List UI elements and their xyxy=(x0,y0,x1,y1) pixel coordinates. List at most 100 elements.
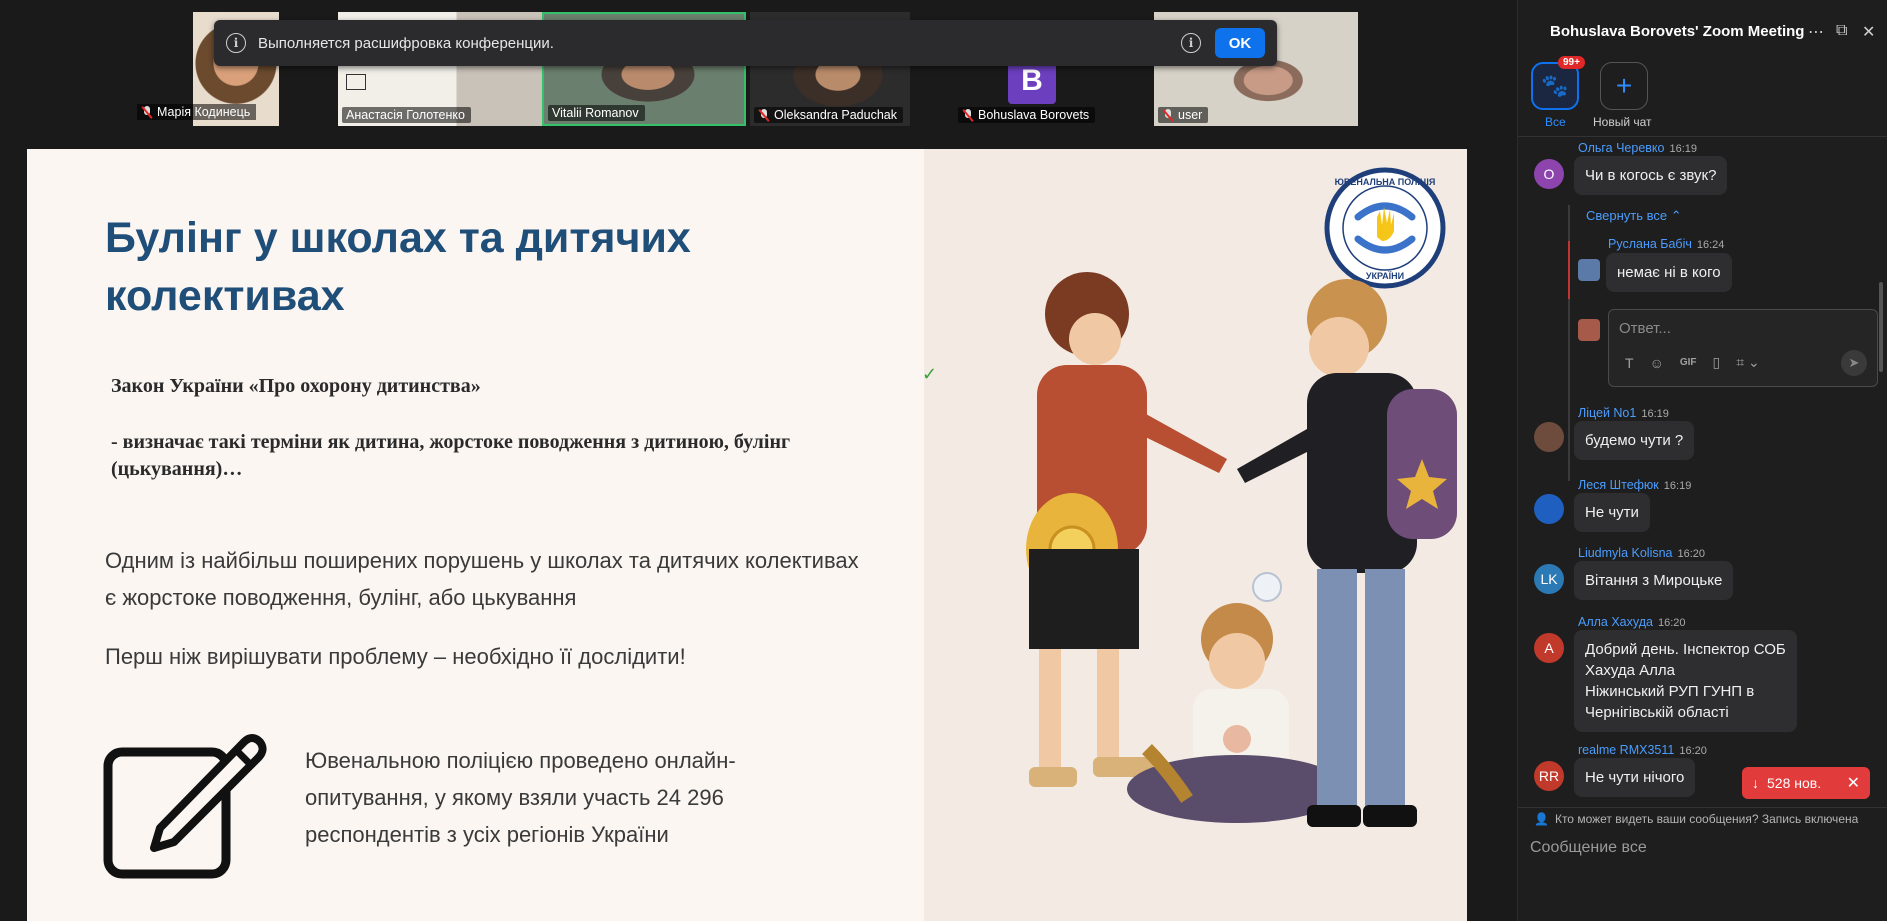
participant-name: Oleksandra Paduchak xyxy=(774,108,897,122)
tab-new-label: Новый чат xyxy=(1593,115,1652,129)
message-time: 16:20 xyxy=(1679,745,1707,757)
tab-all-label: Все xyxy=(1545,115,1566,129)
participant-name: user xyxy=(1178,108,1203,122)
close-icon[interactable]: ✕ xyxy=(1847,773,1860,793)
participant-name-bar: user xyxy=(1158,107,1209,123)
arrow-down-icon: ↓ xyxy=(1752,775,1759,791)
message-sender: Ліцей No1 xyxy=(1578,406,1637,420)
message-time: 16:19 xyxy=(1669,143,1698,155)
close-icon[interactable]: ✕ xyxy=(1862,22,1875,42)
avatar xyxy=(1534,422,1564,452)
reply-placeholder: Ответ... xyxy=(1619,320,1671,337)
message-sender: Алла Хахуда xyxy=(1578,615,1653,629)
message-bubble: Добрий день. Інспектор СОБ Хахуда Алла Н… xyxy=(1574,630,1797,732)
new-messages-button[interactable]: ↓ 528 нов. ✕ xyxy=(1742,767,1870,799)
message-list[interactable]: Ольга Черевко 16:19 О Чи в когось є звук?… xyxy=(1518,137,1887,807)
chat-title: Bohuslava Borovets' Zoom Meeting xyxy=(1550,23,1805,40)
shared-slide: Булінг у школах та дитячих колективах За… xyxy=(27,149,1467,921)
banner-ok-button[interactable]: OK xyxy=(1215,28,1265,58)
reply-input[interactable]: Ответ... T ☺ GIF ▯ ⌗ ⌄ ➤ xyxy=(1608,309,1878,387)
mic-muted-icon xyxy=(962,108,974,122)
message-sender: Liudmyla Kolisna xyxy=(1578,546,1673,560)
unread-badge: 99+ xyxy=(1558,56,1585,69)
info-icon: i xyxy=(226,33,246,53)
avatar: LK xyxy=(1534,564,1564,594)
chat-message-input[interactable]: Сообщение все xyxy=(1518,829,1887,921)
message-time: 16:20 xyxy=(1677,548,1706,560)
message-sender: Ольга Черевко xyxy=(1578,141,1665,155)
participant-name: Марія Кодинець xyxy=(157,105,251,119)
participant-name: Анастасія Голотенко xyxy=(346,108,465,122)
avatar xyxy=(1534,494,1564,524)
slide-title: Булінг у школах та дитячих колективах xyxy=(105,214,691,320)
banner-text: Выполняется расшифровка конференции. xyxy=(258,34,554,52)
tab-all-chats[interactable]: 🐾 xyxy=(1531,62,1579,110)
participant-name-bar: Bohuslava Borovets xyxy=(958,107,1096,123)
message-time: 16:19 xyxy=(1663,480,1692,492)
message-bubble: Вітання з Мироцьке xyxy=(1574,561,1734,600)
bullying-illustration xyxy=(1026,272,1457,827)
send-icon[interactable]: ➤ xyxy=(1841,350,1867,376)
message-time: 16:24 xyxy=(1696,239,1725,251)
message-meta: Руслана Бабіч 16:24 xyxy=(1608,237,1724,251)
note-thumbnail-icon xyxy=(346,74,366,90)
chat-scrollbar[interactable] xyxy=(1879,282,1883,372)
message-bubble: Чи в когось є звук? xyxy=(1574,156,1728,195)
message-sender: Руслана Бабіч xyxy=(1608,237,1692,251)
new-chat-button[interactable]: + xyxy=(1600,62,1648,110)
participant-name: Vitalii Romanov xyxy=(552,106,639,120)
mic-muted-icon xyxy=(758,108,770,122)
reply-toolbar: T ☺ GIF ▯ ⌗ ⌄ xyxy=(1625,354,1760,371)
logo-text: ЮВЕНАЛЬНА ПОЛІЦІЯ xyxy=(1335,177,1436,187)
avatar: RR xyxy=(1534,761,1564,791)
message-meta: Ольга Черевко 16:19 xyxy=(1578,141,1697,155)
visibility-note-text: Кто может видеть ваши сообщения? Запись … xyxy=(1554,811,1859,826)
check-icon: ✓ xyxy=(922,364,938,384)
law-description: - визначає такі терміни як дитина, жорст… xyxy=(111,431,791,480)
paw-icon: 🐾 xyxy=(1541,73,1569,98)
message-time: 16:19 xyxy=(1641,408,1669,420)
participant-name-bar: Марія Кодинець xyxy=(137,104,257,120)
chat-visibility-note[interactable]: 👤 Кто может видеть ваши сообщения? Запис… xyxy=(1518,807,1887,829)
message-line: Хахуда Алла xyxy=(1585,662,1675,679)
slide-paragraph: Одним із найбільш поширених порушень у ш… xyxy=(105,548,859,610)
message-meta: Леся Штефюк 16:19 xyxy=(1578,478,1691,492)
message-bubble: немає ні в кого xyxy=(1606,253,1732,292)
more-options-icon[interactable]: ⋯ xyxy=(1808,22,1824,42)
chat-input-placeholder: Сообщение все xyxy=(1530,839,1647,856)
participant-name-bar: Vitalii Romanov xyxy=(548,105,645,121)
pop-out-icon[interactable]: ⧉ xyxy=(1836,22,1847,40)
collapse-thread-link[interactable]: Свернуть все ⌃ xyxy=(1586,208,1682,224)
message-bubble: Не чути xyxy=(1574,493,1650,532)
message-line: Чернігівській області xyxy=(1585,704,1729,721)
thread-line-active xyxy=(1568,241,1570,299)
mic-muted-icon xyxy=(1162,108,1174,122)
survey-text: Ювенальною поліцією проведено онлайн-опи… xyxy=(305,748,736,847)
people-icon: 👤 xyxy=(1534,811,1549,826)
participant-name: Bohuslava Borovets xyxy=(978,108,1090,122)
new-messages-count: 528 нов. xyxy=(1767,775,1822,791)
message-meta: Liudmyla Kolisna 16:20 xyxy=(1578,546,1705,560)
chat-header: Bohuslava Borovets' Zoom Meeting ⋯ ⧉ ✕ xyxy=(1518,0,1887,64)
law-title: Закон України «Про охорону дитинства» xyxy=(111,375,481,397)
transcription-banner: i Выполняется расшифровка конференции. i… xyxy=(214,20,1277,66)
avatar xyxy=(1578,259,1600,281)
message-meta: Алла Хахуда 16:20 xyxy=(1578,615,1686,629)
mic-muted-icon xyxy=(141,105,153,119)
edit-note-icon xyxy=(103,734,267,879)
emoji-icon[interactable]: ☺ xyxy=(1650,355,1664,371)
file-icon[interactable]: ▯ xyxy=(1713,354,1721,371)
plus-icon: + xyxy=(1615,70,1633,101)
slide-paragraph: Перш ніж вирішувати проблему – необхідно… xyxy=(105,644,686,669)
message-sender: Леся Штефюк xyxy=(1578,478,1659,492)
avatar: А xyxy=(1534,633,1564,663)
message-bubble: Не чути нічого xyxy=(1574,758,1696,797)
message-bubble: будемо чути ? xyxy=(1574,421,1695,460)
screenshot-icon[interactable]: ⌗ ⌄ xyxy=(1736,354,1760,371)
text-format-icon[interactable]: T xyxy=(1625,355,1634,371)
zoom-window: Марія Кодинець Анастасія Голотенко Vital… xyxy=(0,0,1887,921)
gif-icon[interactable]: GIF xyxy=(1680,357,1697,368)
message-line: Ніжинський РУП ГУНП в xyxy=(1585,683,1755,700)
message-line: Добрий день. Інспектор СОБ xyxy=(1585,641,1786,658)
info-icon[interactable]: i xyxy=(1181,33,1201,53)
